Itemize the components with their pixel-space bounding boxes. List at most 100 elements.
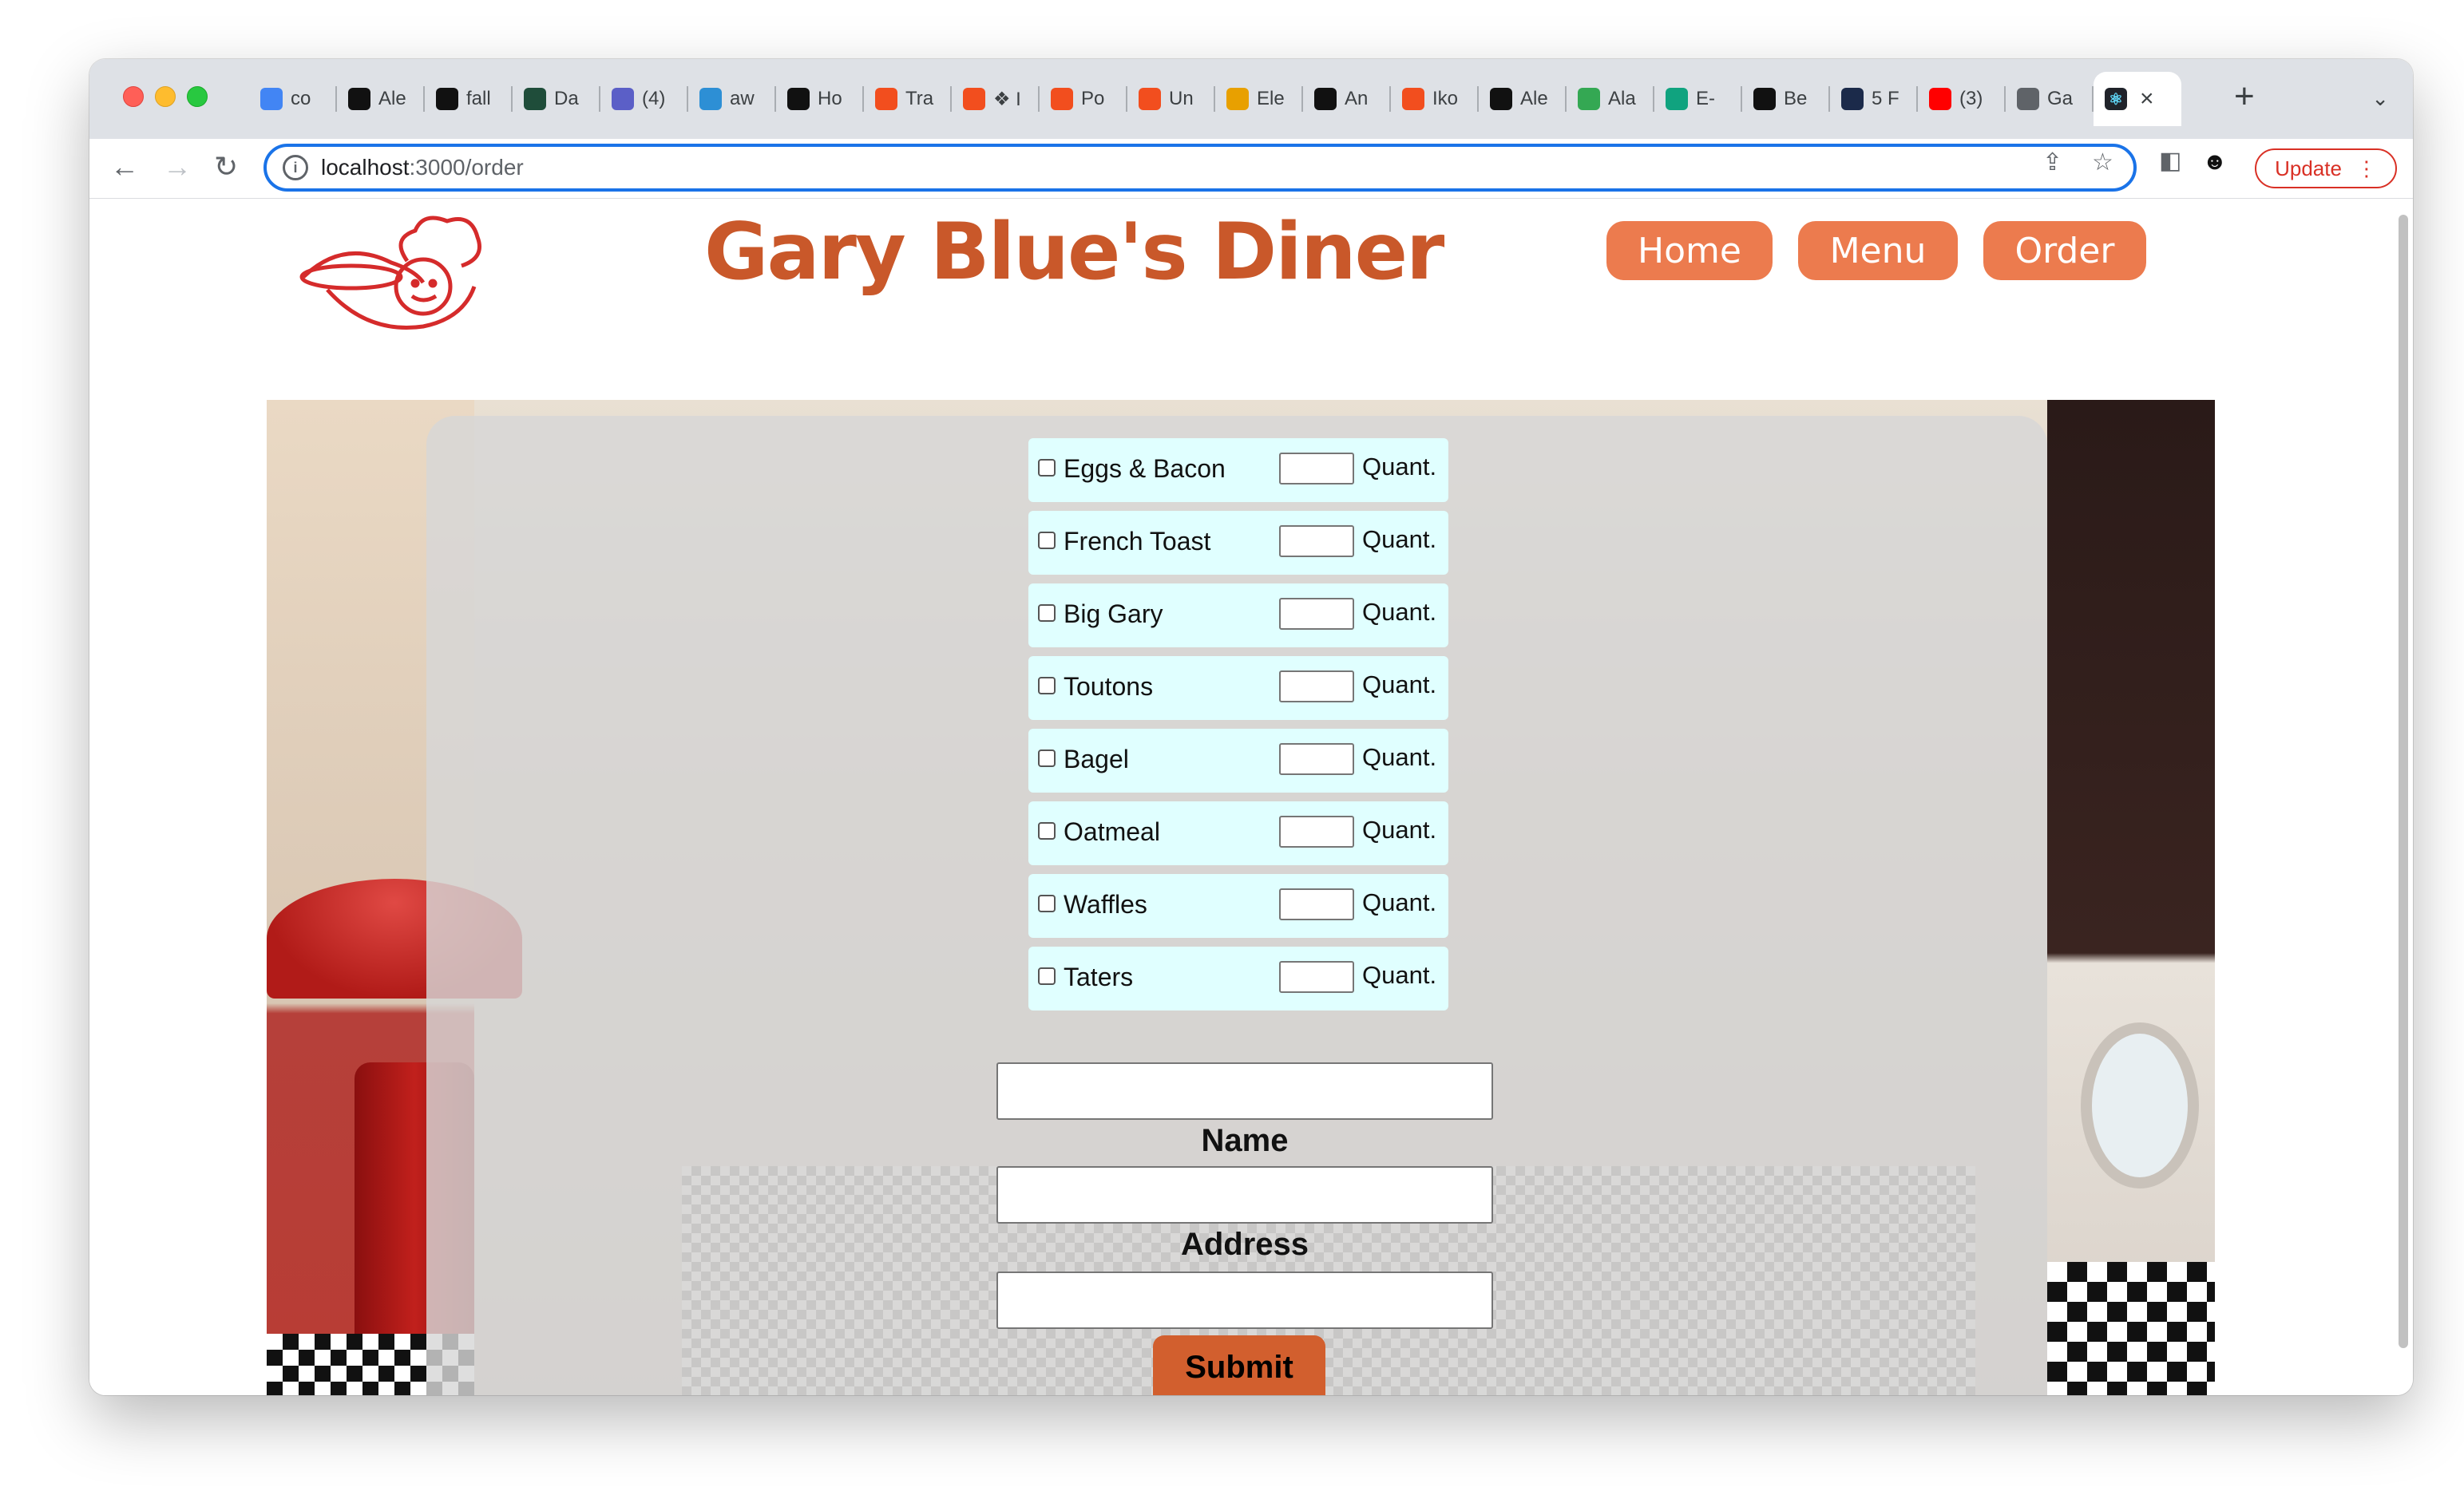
bookmark-star-icon[interactable]: ☆ — [2092, 148, 2113, 176]
browser-tab[interactable]: Ele — [1215, 72, 1303, 126]
browser-tab[interactable]: fall — [425, 72, 513, 126]
bag-icon — [1226, 88, 1249, 110]
nav-home-button[interactable]: Home — [1606, 221, 1773, 280]
zoom-window-button[interactable] — [187, 86, 208, 107]
openai-icon — [1666, 88, 1688, 110]
menu-item-name: Toutons — [1064, 672, 1154, 701]
browser-tab[interactable]: co — [249, 72, 337, 126]
browser-tab[interactable]: Ale — [337, 72, 425, 126]
quantity-input[interactable] — [1279, 816, 1354, 848]
figma-icon — [1051, 88, 1073, 110]
menu-item-name: Bagel — [1064, 745, 1129, 773]
salesforce-cloud-icon — [699, 88, 722, 110]
name-input[interactable] — [996, 1062, 1493, 1120]
quantity-input[interactable] — [1279, 961, 1354, 993]
url-host: localhost — [321, 155, 410, 180]
minimize-window-button[interactable] — [155, 86, 176, 107]
update-button[interactable]: Update ⋮ — [2255, 148, 2397, 188]
update-label: Update — [2275, 156, 2342, 180]
menu-item-list: Eggs & Bacon Quant. French Toast Quant. Big … — [1028, 438, 1448, 1019]
browser-tab[interactable]: (3) — [1918, 72, 2006, 126]
site-info-icon[interactable]: i — [283, 155, 308, 180]
menu-item-checkbox[interactable] — [1038, 749, 1056, 767]
url-path: :3000/order — [409, 155, 524, 180]
figma-icon — [1402, 88, 1424, 110]
browser-tab[interactable]: aw — [688, 72, 776, 126]
tab-label: 5 F — [1872, 88, 1899, 109]
tab-label: Ele — [1257, 88, 1285, 109]
quantity-label: Quant. — [1362, 816, 1437, 844]
colorful-icon — [1578, 88, 1600, 110]
quantity-input[interactable] — [1279, 598, 1354, 630]
browser-tab[interactable]: (4) — [600, 72, 688, 126]
close-tab-icon[interactable]: × — [2140, 85, 2154, 113]
browser-tab[interactable]: Tra — [864, 72, 952, 126]
youtube-icon — [1929, 88, 1951, 110]
nav-order-button[interactable]: Order — [1983, 221, 2146, 280]
menu-item-row: French Toast Quant. — [1028, 511, 1448, 575]
framer-icon — [1490, 88, 1512, 110]
browser-tab[interactable]: Ale — [1479, 72, 1567, 126]
browser-tab[interactable]: Da — [513, 72, 600, 126]
menu-item-name: French Toast — [1064, 527, 1211, 556]
menu-item-checkbox[interactable] — [1038, 677, 1056, 694]
quantity-input[interactable] — [1279, 670, 1354, 702]
quantity-label: Quant. — [1362, 961, 1437, 989]
nav-menu-button[interactable]: Menu — [1798, 221, 1958, 280]
menu-item-checkbox[interactable] — [1038, 822, 1056, 840]
close-window-button[interactable] — [123, 86, 144, 107]
page-viewport: Gary Blue's Diner Home Menu Order Eggs &… — [89, 199, 2413, 1395]
tab-label: E- — [1696, 88, 1715, 109]
browser-tab[interactable]: 5 F — [1830, 72, 1918, 126]
browser-tab[interactable]: Po — [1040, 72, 1127, 126]
profile-avatar-icon[interactable]: ☻ — [2202, 148, 2228, 176]
browser-tab[interactable]: Un — [1127, 72, 1215, 126]
forward-arrow-icon[interactable]: → — [163, 150, 192, 184]
quantity-input[interactable] — [1279, 743, 1354, 775]
quantity-input[interactable] — [1279, 888, 1354, 920]
reload-icon[interactable]: ↻ — [214, 150, 238, 184]
address-bar[interactable]: i localhost:3000/order — [263, 144, 2137, 192]
tab-search-chevron-icon[interactable]: ⌄ — [2371, 86, 2389, 111]
tab-label: Iko — [1432, 88, 1459, 109]
card-info-input[interactable] — [996, 1272, 1493, 1329]
menu-item-checkbox[interactable] — [1038, 895, 1056, 912]
quantity-input[interactable] — [1279, 453, 1354, 484]
browser-tab[interactable]: Ala — [1567, 72, 1654, 126]
tab-label: Da — [554, 88, 579, 109]
browser-tab[interactable]: Ga — [2006, 72, 2094, 126]
quantity-label: Quant. — [1362, 525, 1437, 553]
menu-item-row: Eggs & Bacon Quant. — [1028, 438, 1448, 502]
address-input[interactable] — [996, 1166, 1493, 1224]
browser-tab[interactable]: E- — [1654, 72, 1742, 126]
page-scrollbar[interactable] — [2399, 215, 2408, 1348]
menu-item-checkbox[interactable] — [1038, 604, 1056, 622]
menu-item-checkbox[interactable] — [1038, 532, 1056, 549]
share-icon[interactable]: ⇪ — [2042, 148, 2062, 176]
site-title: Gary Blue's Diner — [704, 207, 1444, 298]
bg-porthole-window — [2081, 1022, 2199, 1188]
name-label: Name — [1201, 1123, 1289, 1158]
new-tab-button[interactable]: + — [2234, 77, 2255, 117]
browser-tab[interactable]: Iko — [1391, 72, 1479, 126]
teams-icon — [612, 88, 634, 110]
browser-tab[interactable]: Ho — [776, 72, 864, 126]
address-label: Address — [1180, 1227, 1309, 1262]
quantity-input[interactable] — [1279, 525, 1354, 557]
browser-tab[interactable]: ❖ I — [952, 72, 1040, 126]
codesandbox-icon — [524, 88, 546, 110]
chef-logo-icon — [299, 216, 481, 330]
browser-tab[interactable]: Be — [1742, 72, 1830, 126]
circle-logo-icon — [787, 88, 810, 110]
back-arrow-icon[interactable]: ← — [110, 150, 139, 184]
menu-item-name: Oatmeal — [1064, 817, 1160, 846]
menu-item-checkbox[interactable] — [1038, 459, 1056, 477]
github-icon — [348, 88, 370, 110]
browser-tab[interactable]: An — [1303, 72, 1391, 126]
menu-item-checkbox[interactable] — [1038, 967, 1056, 985]
side-panel-icon[interactable]: ◧ — [2159, 147, 2181, 175]
browser-toolbar: ← → ↻ i localhost:3000/order ⇪ ☆ ◧ ☻ Upd… — [89, 139, 2413, 199]
active-tab[interactable]: ⚛ × — [2094, 72, 2181, 126]
submit-button[interactable]: Submit — [1153, 1335, 1325, 1395]
menu-item-name: Taters — [1064, 963, 1134, 991]
